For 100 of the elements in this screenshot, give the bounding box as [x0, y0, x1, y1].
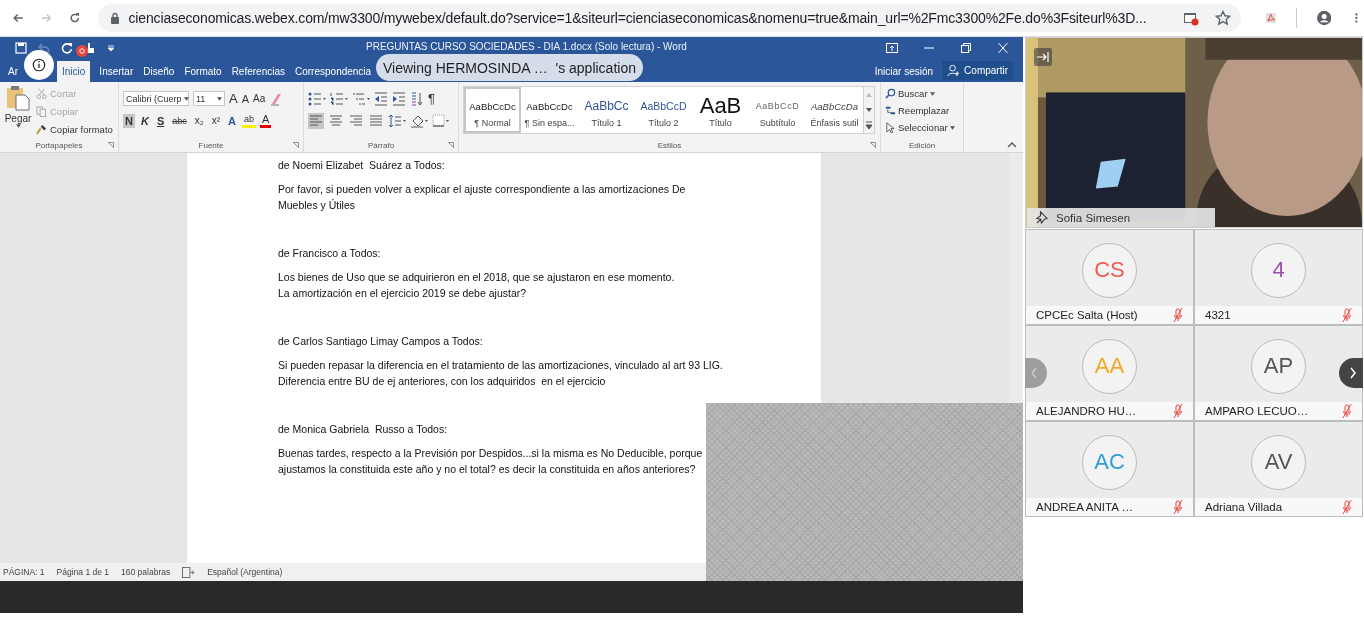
message-text: Si pueden repasar la diferencia en el tratamiento de las amortizaciones, vinculado al art 93 LIG. Diferencia entre BU de ej anteriores, con los adquiridos en el ejercicio — [278, 358, 724, 389]
text-effects-button[interactable]: A — [226, 113, 238, 128]
redo-icon[interactable] — [61, 42, 73, 54]
save-icon[interactable] — [15, 42, 27, 54]
participant-tile[interactable]: AV Adriana Villada — [1195, 422, 1362, 516]
sign-in-link[interactable]: Iniciar sesión — [874, 61, 934, 82]
style-item[interactable]: AaBbCcDc ¶ Sin espa... — [521, 87, 578, 133]
avatar: CS — [1082, 242, 1137, 298]
ribbon-tab[interactable]: Ar — [3, 61, 23, 82]
customize-icon[interactable] — [107, 44, 115, 52]
address-bar[interactable]: cienciaseconomicas.webex.com/mw3300/mywebex/default.do?service=1&siteurl=cienciaseconomicas&nomenu=true&main_url=%2Fmc3300%2Fe.do%3Fsiteurl%3D... — [97, 4, 1241, 32]
line-spacing-icon[interactable] — [388, 113, 406, 128]
style-item[interactable]: AaBbCcD Título 2 — [635, 87, 692, 133]
blocked-popup-icon[interactable] — [1182, 10, 1199, 26]
profile-icon[interactable] — [1316, 8, 1332, 28]
paste-button[interactable]: Pegar — [4, 85, 32, 138]
proofing-icon[interactable] — [182, 566, 196, 578]
increase-indent-icon[interactable] — [392, 91, 406, 106]
avatar: 4 — [1251, 242, 1306, 298]
status-text[interactable]: Página 1 de 1 — [56, 567, 110, 577]
font-name-field[interactable]: Calibri (Cuerp — [123, 91, 189, 106]
sharing-banner: Viewing HERMOSINDA … 's application — [376, 54, 643, 81]
share-button[interactable]: Compartir — [942, 61, 1013, 80]
participant-tile[interactable]: 4 4321 — [1195, 230, 1362, 324]
message-heading: de Monica Gabriela Russo a Todos: — [278, 422, 449, 437]
format-button[interactable]: N — [123, 113, 135, 128]
change-case-button[interactable]: Aa — [253, 93, 266, 104]
star-icon[interactable] — [1214, 10, 1231, 26]
message-heading: de Noemi Elizabet Suárez a Todos: — [278, 158, 446, 173]
avatar: AV — [1251, 434, 1306, 490]
participant-tile[interactable]: CS CPCEc Salta (Host) — [1026, 230, 1193, 324]
format-button[interactable]: S — [154, 113, 167, 128]
ribbon-display-icon[interactable] — [886, 43, 898, 53]
participant-name: ANDREA ANITA … — [1036, 501, 1133, 513]
pdf-extension-icon[interactable] — [1264, 10, 1276, 26]
clipboard-button[interactable]: Copiar formato — [36, 122, 113, 137]
font-size-field[interactable]: 11 — [193, 91, 225, 106]
url-text: cienciaseconomicas.webex.com/mw3300/mywebex/default.do?service=1&siteurl=cienciaseconomicas&nomenu=true&main_url=%2Fmc3300%2Fe.do%3Fsiteurl%3D... — [128, 10, 1148, 26]
more-styles-icon[interactable] — [864, 118, 874, 132]
ribbon-tab[interactable]: Referencias — [226, 61, 290, 82]
style-item[interactable]: AaBbCcDa Énfasis sutil — [806, 87, 863, 133]
group-label: Edición — [908, 140, 936, 150]
borders-icon[interactable] — [432, 113, 450, 128]
ribbon-tab[interactable]: Formato — [179, 61, 227, 82]
bullet-list-icon[interactable] — [308, 91, 326, 106]
dialog-launcher-icon[interactable] — [448, 142, 454, 148]
record-icon[interactable] — [76, 45, 88, 57]
editing-button[interactable]: Reemplazar — [885, 103, 959, 118]
menu-icon[interactable] — [1355, 10, 1358, 26]
font-color-button[interactable]: A — [259, 113, 272, 128]
decrease-indent-icon[interactable] — [374, 91, 388, 106]
next-page-icon[interactable] — [1339, 358, 1363, 388]
numbered-list-icon[interactable] — [330, 91, 348, 106]
close-icon[interactable] — [997, 43, 1009, 53]
paintbrush-icon — [36, 124, 47, 135]
highlight-button[interactable]: ab — [241, 113, 256, 128]
shrink-font-button[interactable]: A — [241, 92, 249, 105]
ribbon-tab[interactable]: Diseño — [138, 61, 180, 82]
person-add-icon — [947, 64, 961, 77]
align-icon[interactable] — [308, 112, 324, 129]
caret-icon — [929, 91, 935, 96]
style-item[interactable]: AaBbCcD Subtítulo — [749, 87, 806, 133]
editing-button[interactable]: Buscar — [885, 86, 959, 101]
format-button[interactable]: x₂ — [192, 114, 206, 127]
status-text[interactable]: 160 palabras — [121, 567, 171, 577]
show-marks-button[interactable]: ¶ — [428, 91, 435, 106]
style-item[interactable]: AaB Título — [692, 87, 749, 133]
participant-tile[interactable]: AC ANDREA ANITA … — [1026, 422, 1193, 516]
dialog-launcher-icon[interactable] — [293, 142, 299, 148]
format-button[interactable]: K — [138, 113, 151, 128]
format-button[interactable]: abc — [170, 114, 189, 127]
ribbon-tab[interactable]: Insertar — [94, 61, 139, 82]
multilevel-list-icon[interactable] — [352, 91, 370, 106]
participant-tile[interactable]: AA ALEJANDRO HU… — [1026, 326, 1193, 420]
dialog-launcher-icon[interactable] — [870, 142, 876, 148]
style-item[interactable]: AaBbCc Título 1 — [578, 87, 635, 133]
info-icon[interactable] — [24, 50, 54, 80]
replace-icon — [885, 105, 896, 116]
participant-tile[interactable]: AP AMPARO LECUO… — [1195, 326, 1362, 420]
paint-bucket-icon[interactable] — [410, 113, 428, 128]
sort-icon[interactable] — [410, 91, 424, 106]
pin-icon[interactable] — [1035, 211, 1048, 224]
ribbon-tab[interactable]: Inicio — [57, 61, 91, 82]
group-label: Estilos — [657, 140, 682, 150]
style-item[interactable]: AaBbCcDc ¶ Normal — [464, 87, 521, 133]
caret-icon — [217, 96, 222, 101]
collapse-ribbon-icon[interactable] — [1007, 142, 1017, 148]
message-heading: de Carlos Santiago Limay Campos a Todos: — [278, 334, 484, 349]
message-heading: de Francisco a Todos: — [278, 246, 382, 261]
status-text[interactable]: Español (Argentina) — [207, 567, 283, 577]
clipboard-icon — [6, 85, 30, 111]
group-label: Portapapeles — [35, 140, 83, 150]
editing-button[interactable]: Seleccionar — [885, 120, 959, 135]
ribbon-tab[interactable]: Correspondencia — [290, 61, 377, 82]
collapse-panel-icon[interactable] — [1034, 48, 1052, 66]
grow-font-button[interactable]: A — [229, 91, 238, 106]
search-icon — [885, 88, 896, 99]
format-button[interactable]: x² — [209, 114, 222, 127]
dialog-launcher-icon[interactable] — [108, 142, 114, 148]
restore-icon[interactable] — [960, 43, 972, 53]
